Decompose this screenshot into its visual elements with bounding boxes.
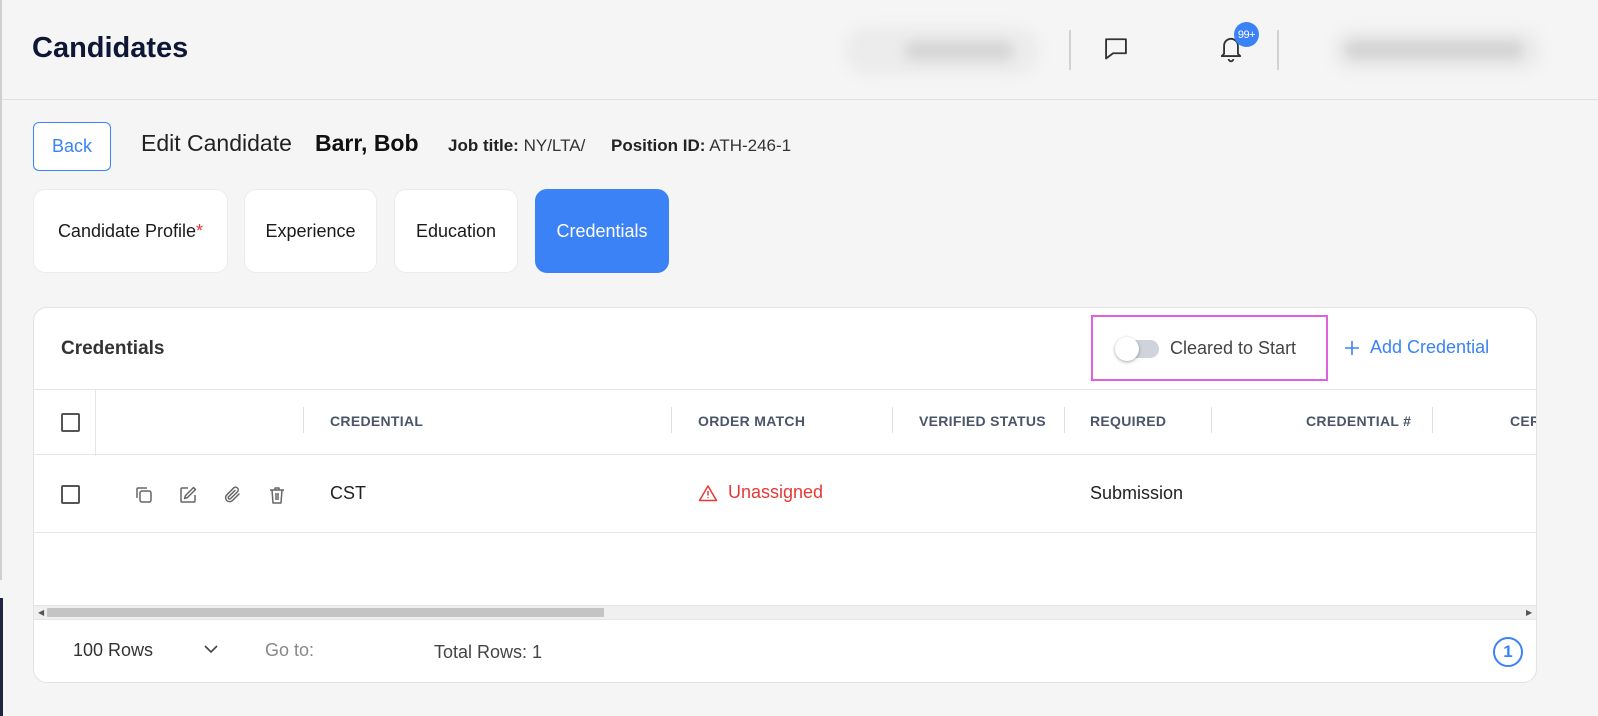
column-divider [95,390,96,456]
position-id: Position ID: ATH-246-1 [611,136,791,156]
edit-candidate-label: Edit Candidate [141,130,292,156]
toggle-knob [1115,337,1139,361]
credentials-card: Credentials Cleared to Start Add Credent… [33,307,1537,683]
top-header: Candidates 99+ [2,0,1598,100]
candidate-name: Barr, Bob [315,130,419,156]
table-header: CREDENTIAL ORDER MATCH VERIFIED STATUS R… [34,389,1536,456]
column-divider [1432,407,1433,433]
column-header-verified-status[interactable]: VERIFIED STATUS [919,413,1046,429]
blurred-search [844,26,1040,76]
position-id-label: Position ID: [611,136,706,155]
copy-icon[interactable] [133,484,155,506]
header-divider [1277,30,1279,70]
column-header-cer[interactable]: CER [1510,413,1536,429]
column-header-credential-number[interactable]: CREDENTIAL # [1306,413,1411,429]
cleared-to-start-toggle[interactable] [1115,337,1159,361]
column-divider [892,407,893,433]
section-title: Credentials [61,338,165,359]
table-row: CST Unassigned Submission [34,455,1536,533]
attachment-icon[interactable] [222,484,244,506]
table-footer: 100 Rows Go to: Total Rows: 1 1 [34,619,1536,682]
tab-label: Credentials [556,220,648,241]
order-match-value: Unassigned [728,482,824,502]
page-title: Candidates [32,32,189,64]
cleared-to-start-label: Cleared to Start [1170,338,1297,358]
rows-per-page-select[interactable]: 100 Rows [50,626,230,674]
header-divider [1069,30,1071,70]
select-all-checkbox[interactable] [61,413,80,432]
column-divider [1211,407,1212,433]
sidebar-edge [0,598,3,716]
add-credential-label: Add Credential [1370,337,1490,357]
column-header-order-match[interactable]: ORDER MATCH [698,413,805,429]
go-to-page-input[interactable]: Go to: [245,626,417,674]
horizontal-scrollbar[interactable]: ◀ ▶ [34,605,1536,619]
row-checkbox[interactable] [61,485,80,504]
tab-education[interactable]: Education [394,189,518,273]
tab-credentials[interactable]: Credentials [535,189,669,273]
column-header-required[interactable]: REQUIRED [1090,413,1166,429]
warning-icon [698,484,718,501]
scroll-right-icon[interactable]: ▶ [1526,608,1532,617]
chevron-down-icon [204,645,218,654]
plus-icon [1345,340,1359,355]
position-id-value: ATH-246-1 [709,136,792,155]
page-number-button[interactable]: 1 [1493,637,1523,667]
go-to-label: Go to: [265,639,315,660]
delete-icon[interactable] [266,484,288,506]
tab-experience[interactable]: Experience [244,189,377,273]
column-divider [303,407,304,433]
order-match-cell: Unassigned [698,482,823,503]
column-divider [1064,407,1065,433]
job-title-label: Job title: [448,136,519,155]
rows-per-page-value: 100 Rows [73,639,154,660]
blurred-user-menu[interactable] [1332,28,1542,72]
tab-candidate-profile[interactable]: Candidate Profile * [33,189,228,273]
back-button[interactable]: Back [33,122,111,171]
tab-label: Education [415,220,497,241]
edit-icon[interactable] [177,484,199,506]
required-mark: * [196,220,204,241]
credential-cell: CST [330,483,366,503]
tab-label: Candidate Profile [57,220,197,241]
total-rows: Total Rows: 1 [434,642,543,662]
notification-badge: 99+ [1234,22,1259,47]
message-icon[interactable] [1098,30,1134,66]
column-header-credential[interactable]: CREDENTIAL [330,413,423,429]
required-cell: Submission [1090,483,1184,503]
add-credential-button[interactable]: Add Credential [1344,337,1489,358]
column-divider [671,407,672,433]
scrollbar-thumb[interactable] [47,608,604,617]
tab-label: Experience [265,220,356,241]
scroll-left-icon[interactable]: ◀ [38,608,44,617]
job-title: Job title: NY/LTA/ [448,136,585,156]
job-title-value: NY/LTA/ [523,136,586,155]
